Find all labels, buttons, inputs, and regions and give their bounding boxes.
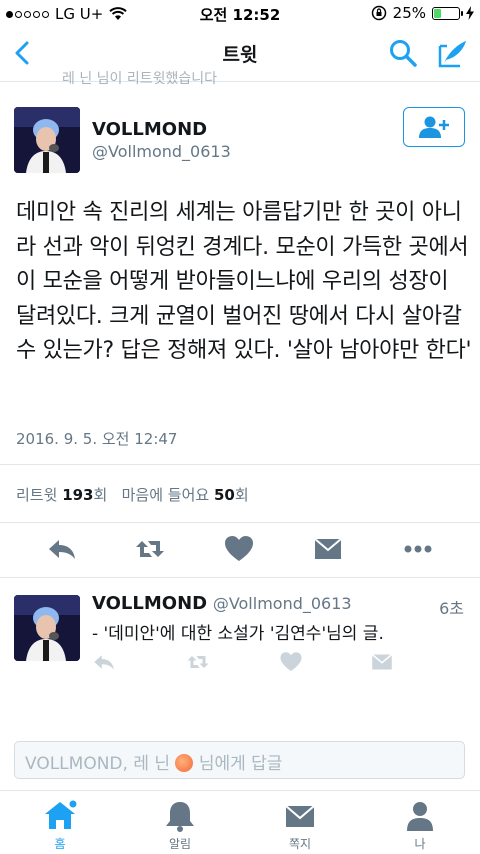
reply-icon[interactable]: [46, 533, 78, 565]
tab-messages-label: 쪽지: [288, 837, 312, 851]
retweet-icon[interactable]: [134, 533, 166, 565]
tab-me-label: 나: [414, 837, 426, 851]
tweet-timestamp: 2016. 9. 5. 오전 12:47: [16, 430, 178, 448]
reply-author-name[interactable]: VOLLMOND: [92, 593, 207, 614]
tab-bar: 홈 알림 쪽지 나: [0, 790, 480, 854]
follow-button[interactable]: [403, 107, 465, 147]
empty-area: [0, 683, 480, 743]
home-icon: [45, 800, 77, 829]
compose-tweet-icon[interactable]: [436, 38, 468, 70]
reply-timestamp: 6초: [439, 599, 464, 618]
battery-icon: [432, 6, 463, 20]
like-stat[interactable]: 마음에 들어요 50회: [122, 486, 249, 504]
add-user-icon: [419, 116, 449, 138]
battery-level: [434, 8, 441, 18]
retweet-context-text: 레 닌 님이 리트윗했습니다: [62, 71, 218, 87]
reply-placeholder-prefix: VOLLMOND, 레 닌: [25, 754, 171, 774]
more-options-icon[interactable]: [402, 533, 434, 565]
bell-icon: [166, 802, 194, 832]
author-handle[interactable]: @Vollmond_0613: [92, 142, 231, 161]
heart-icon[interactable]: [279, 650, 303, 674]
direct-message-icon[interactable]: [312, 533, 344, 565]
tab-home-label: 홈: [54, 837, 66, 851]
search-icon[interactable]: [388, 38, 418, 68]
direct-message-icon[interactable]: [370, 650, 394, 674]
tab-home[interactable]: 홈: [20, 799, 100, 852]
peach-emoji-icon: [175, 754, 194, 772]
avatar[interactable]: [14, 107, 80, 173]
tab-messages[interactable]: 쪽지: [260, 799, 340, 852]
reply-text: - '데미안'에 대한 소설가 '김연수'님의 글.: [92, 624, 384, 644]
rotation-lock-icon: [371, 5, 386, 21]
tab-notifications[interactable]: 알림: [140, 799, 220, 852]
engagement-stats: 리트윗 193회 마음에 들어요 50회: [16, 484, 249, 505]
divider: [0, 577, 480, 578]
divider: [0, 464, 480, 465]
status-bar: LG U+ 오전 12:52 25%: [0, 0, 480, 28]
reply-placeholder-suffix: 님에게 답글: [198, 754, 283, 774]
reply-avatar[interactable]: [14, 595, 80, 661]
tweet-text: 데미안 속 진리의 세계는 아름답기만 한 곳이 아니라 선과 악이 뒤엉킨 경…: [16, 200, 472, 363]
divider: [0, 522, 480, 523]
charging-icon: [466, 6, 474, 20]
status-right: 25%: [371, 4, 474, 22]
avatar-image: [14, 595, 80, 661]
tab-me[interactable]: 나: [380, 799, 460, 852]
reply-author-handle[interactable]: @Vollmond_0613: [213, 594, 352, 613]
battery-percent: 25%: [392, 4, 426, 22]
heart-icon[interactable]: [223, 533, 255, 565]
reply-icon[interactable]: [92, 650, 116, 674]
avatar-image: [14, 107, 80, 173]
tab-notifications-label: 알림: [168, 837, 192, 851]
reply-header: VOLLMOND @Vollmond_0613: [92, 593, 352, 614]
retweet-context: 레 닌 님이 리트윗했습니다: [62, 68, 217, 88]
retweet-icon[interactable]: [186, 650, 210, 674]
retweet-stat[interactable]: 리트윗 193회: [16, 486, 107, 504]
person-icon: [407, 802, 433, 831]
author-name[interactable]: VOLLMOND: [92, 119, 207, 140]
envelope-icon: [285, 805, 315, 827]
reply-input[interactable]: VOLLMOND, 레 닌 님에게 답글: [14, 741, 465, 779]
